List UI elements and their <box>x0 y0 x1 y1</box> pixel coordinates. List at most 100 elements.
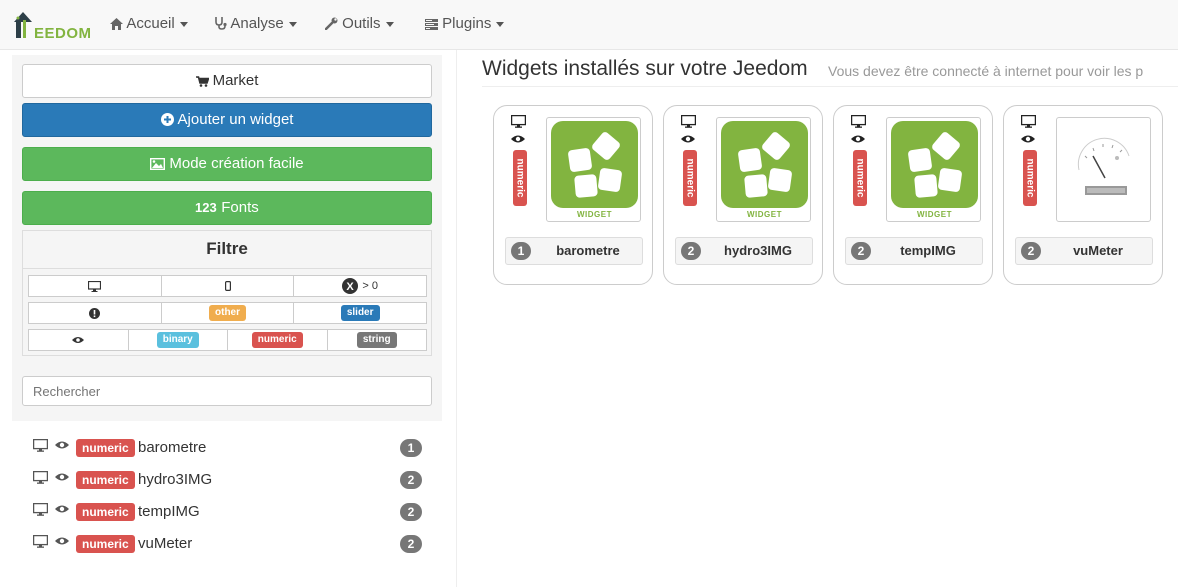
count-badge: 2 <box>400 471 422 489</box>
list-item[interactable]: numeric hydro3IMG 2 <box>33 467 425 491</box>
filter-slider[interactable]: slider <box>293 302 428 324</box>
type-label: numeric <box>513 150 527 206</box>
chevron-down-icon <box>288 21 297 27</box>
count-badge: 2 <box>1021 242 1041 260</box>
brand-text: EEDOM <box>34 25 92 42</box>
picture-icon <box>150 157 166 171</box>
widget-logo-icon <box>721 121 808 208</box>
widget-name-box: 2 tempIMG <box>845 237 983 265</box>
widget-name: barometre <box>556 243 620 258</box>
divider <box>482 86 1178 87</box>
card-icons <box>680 114 697 147</box>
eye-icon <box>55 505 69 513</box>
chevron-down-icon <box>179 21 188 27</box>
filter-other[interactable]: other <box>160 302 295 324</box>
widget-name-box: 2 vuMeter <box>1015 237 1153 265</box>
count-badge: 2 <box>400 503 422 521</box>
widget-logo-text: WIDGET <box>577 210 612 219</box>
count-badge: 2 <box>400 535 422 553</box>
tasks-icon <box>425 19 438 30</box>
filter-replace-count-label: > 0 <box>362 280 378 292</box>
widget-card[interactable]: numeric WIDGET 2 tempIMG <box>833 105 993 285</box>
svg-text:X: X <box>347 281 355 293</box>
eye-icon <box>55 537 69 545</box>
widget-name: vuMeter <box>138 535 193 552</box>
menu-plugins[interactable]: Plugins <box>425 0 505 50</box>
widget-name: tempIMG <box>138 503 200 520</box>
count-badge: 2 <box>681 242 701 260</box>
filter-mobile[interactable] <box>160 275 295 297</box>
widget-thumbnail <box>1056 117 1151 222</box>
jeedom-logo[interactable]: EEDOM <box>12 8 91 42</box>
eye-icon <box>511 135 525 143</box>
desktop-icon <box>33 439 48 452</box>
chevron-down-icon <box>496 21 505 27</box>
desktop-icon <box>850 114 867 128</box>
easy-mode-button-label: Mode création facile <box>169 155 304 172</box>
list-item[interactable]: numeric barometre 1 <box>33 435 425 459</box>
tag-binary: binary <box>156 332 199 348</box>
tag-string: string <box>356 332 397 348</box>
widget-name: hydro3IMG <box>138 471 213 488</box>
type-label-text: numeric <box>684 158 696 198</box>
type-label: numeric <box>76 439 135 457</box>
widget-card[interactable]: numeric WIDGET 2 hydro3IMG <box>663 105 823 285</box>
market-button[interactable]: Market <box>22 64 432 98</box>
fonts-button-label: Fonts <box>221 199 259 216</box>
filter-row-subtype: other slider <box>28 302 428 324</box>
count-badge: 1 <box>400 439 422 457</box>
menu-outils-label: Outils <box>342 15 381 32</box>
svg-text:123: 123 <box>195 200 217 214</box>
stethoscope-icon <box>215 17 227 30</box>
numbers-123-icon: 123 <box>195 200 217 215</box>
widget-name-box: 2 hydro3IMG <box>675 237 813 265</box>
widget-thumbnail: WIDGET <box>716 117 811 222</box>
easy-mode-button[interactable]: Mode création facile <box>22 147 432 181</box>
type-label-text: numeric <box>1024 158 1036 198</box>
filter-string[interactable]: string <box>326 329 427 351</box>
count-badge: 1 <box>511 242 531 260</box>
menu-outils[interactable]: Outils <box>324 0 394 50</box>
widget-thumbnail: WIDGET <box>886 117 981 222</box>
menu-analyse[interactable]: Analyse <box>215 0 297 50</box>
widget-name: barometre <box>138 439 207 456</box>
mobile-icon <box>224 281 231 291</box>
widget-card[interactable]: numeric WIDGET 1 barometre <box>493 105 653 285</box>
widget-card[interactable]: numeric 2 vuMeter <box>1003 105 1163 285</box>
type-label: numeric <box>76 535 135 553</box>
widget-logo-icon <box>891 121 978 208</box>
page-title: Widgets installés sur votre Jeedom <box>482 57 808 80</box>
fonts-button[interactable]: 123 Fonts <box>22 191 432 225</box>
filter-binary[interactable]: binary <box>127 329 228 351</box>
eye-icon <box>72 337 85 343</box>
add-widget-button[interactable]: Ajouter un widget <box>22 103 432 137</box>
home-icon <box>110 18 123 30</box>
desktop-icon <box>33 471 48 484</box>
menu-accueil[interactable]: Accueil <box>110 0 188 50</box>
list-item[interactable]: numeric vuMeter 2 <box>33 531 425 555</box>
desktop-icon <box>680 114 697 128</box>
filter-desktop[interactable] <box>28 275 162 297</box>
widget-logo-icon <box>551 121 638 208</box>
filter-info[interactable] <box>28 329 129 351</box>
house-logo-icon <box>14 12 32 38</box>
desktop-icon <box>88 280 102 292</box>
filter-warning[interactable] <box>28 302 162 324</box>
search-input[interactable] <box>22 376 432 406</box>
card-icons <box>1020 114 1037 147</box>
filter-numeric[interactable]: numeric <box>227 329 328 351</box>
page-subtitle: Vous devez être connecté à internet pour… <box>828 63 1144 79</box>
divider <box>456 50 457 587</box>
filter-replace-count[interactable]: X > 0 <box>293 275 428 297</box>
tag-other: other <box>209 305 246 321</box>
widget-name: vuMeter <box>1073 243 1123 258</box>
list-item[interactable]: numeric tempIMG 2 <box>33 499 425 523</box>
desktop-icon <box>33 503 48 516</box>
filter-panel: Filtre X > 0 other slider binary numeric… <box>22 230 432 356</box>
x-circle-icon: X <box>342 278 359 294</box>
eye-icon <box>55 441 69 449</box>
left-panel: Market Ajouter un widget Mode création f… <box>12 55 442 421</box>
menu-accueil-label: Accueil <box>126 15 175 32</box>
tag-numeric: numeric <box>251 332 303 348</box>
exclamation-circle-icon <box>89 307 101 319</box>
